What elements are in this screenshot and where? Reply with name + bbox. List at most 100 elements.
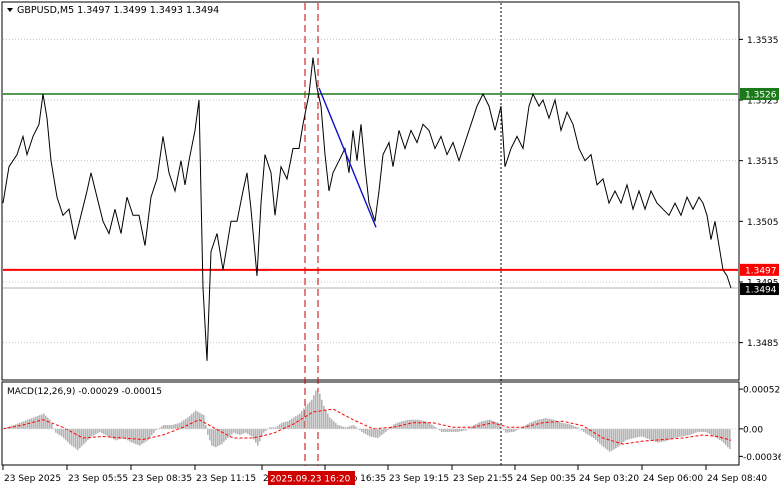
macd-bar	[329, 417, 331, 429]
macd-bar	[427, 422, 429, 429]
macd-bar	[379, 428, 381, 437]
macd-bar	[41, 414, 43, 429]
macd-tick-label: -0.00036	[743, 453, 781, 463]
price-label: 1.3526	[745, 90, 777, 100]
macd-bar	[723, 428, 725, 444]
price-label: 1.3497	[745, 266, 777, 276]
macd-bar	[633, 428, 635, 439]
macd-bar	[611, 428, 613, 451]
macd-bar	[507, 428, 509, 433]
macd-bar	[685, 428, 687, 436]
macd-bar	[323, 405, 325, 429]
macd-bar	[681, 428, 683, 437]
macd-bar	[703, 428, 705, 432]
macd-bar	[647, 428, 649, 439]
macd-bar	[245, 428, 247, 433]
macd-bar	[417, 419, 419, 429]
macd-bar	[693, 428, 695, 434]
macd-bar	[727, 428, 729, 448]
macd-bar	[173, 424, 175, 429]
macd-bar	[107, 428, 109, 437]
macd-bar	[263, 428, 265, 433]
macd-bar	[563, 423, 565, 429]
price-label: 1.3494	[745, 286, 777, 296]
macd-bar	[367, 428, 369, 436]
macd-bar	[81, 428, 83, 447]
macd-bar	[149, 428, 151, 438]
macd-bar	[385, 428, 387, 432]
macd-bar	[31, 418, 33, 429]
macd-bar	[457, 428, 459, 432]
macd-bar	[547, 418, 549, 429]
macd-bar	[333, 421, 335, 429]
macd-bar	[247, 428, 249, 434]
macd-bar	[713, 428, 715, 437]
macd-bar	[281, 422, 283, 429]
macd-bar	[213, 428, 215, 447]
macd-bar	[129, 428, 131, 442]
macd-bar	[637, 428, 639, 438]
macd-bar	[67, 428, 69, 443]
macd-bar	[87, 428, 89, 441]
macd-bar	[243, 428, 245, 434]
macd-bar	[505, 428, 507, 433]
macd-bar	[165, 425, 167, 429]
macd-bar	[621, 428, 623, 444]
macd-bar	[369, 428, 371, 437]
macd-bar	[371, 428, 373, 437]
y-tick-label: 1.3515	[747, 157, 779, 167]
macd-bar	[361, 428, 363, 432]
macd-bar	[271, 427, 273, 429]
macd-bar	[421, 420, 423, 429]
macd-bar	[439, 428, 441, 431]
macd-bar	[177, 423, 179, 429]
macd-bar	[289, 419, 291, 429]
macd-bar	[489, 419, 491, 429]
macd-bar	[593, 428, 595, 439]
macd-bar	[325, 409, 327, 429]
macd-bar	[35, 416, 37, 429]
macd-bar	[237, 428, 239, 435]
macd-bar	[291, 418, 293, 429]
x-tick-label: 23 Sep 21:55	[453, 474, 513, 484]
macd-bar	[315, 390, 317, 429]
macd-bar	[691, 428, 693, 435]
macd-bar	[45, 415, 47, 429]
x-tick-label: 24 Sep 06:00	[643, 474, 703, 484]
macd-bar	[671, 428, 673, 439]
macd-bar	[423, 420, 425, 429]
chart-title: GBPUSD,M5 1.3497 1.3499 1.3493 1.3494	[17, 5, 219, 16]
macd-bar	[27, 419, 29, 429]
macd-bar	[431, 424, 433, 429]
macd-bar	[561, 422, 563, 429]
macd-bar	[295, 416, 297, 429]
macd-bar	[179, 422, 181, 429]
macd-bar	[353, 425, 355, 429]
y-tick-label: 1.3505	[747, 218, 779, 228]
macd-bar	[163, 425, 165, 429]
macd-bar	[49, 419, 51, 429]
macd-bar	[77, 428, 79, 451]
x-tick-label: 23 Sep 2025	[4, 474, 61, 484]
macd-tick-label: 0.00	[743, 425, 763, 435]
macd-bar	[587, 428, 589, 435]
macd-bar	[47, 417, 49, 429]
macd-bar	[83, 428, 85, 445]
macd-bar	[137, 428, 139, 445]
macd-bar	[131, 428, 133, 443]
macd-bar	[409, 419, 411, 429]
macd-bar	[415, 419, 417, 429]
macd-bar	[413, 419, 415, 429]
time-highlight-label: 2025.09.23 16:20	[270, 475, 351, 485]
macd-bar	[585, 428, 587, 434]
macd-bar	[541, 418, 543, 429]
macd-bar	[707, 428, 709, 434]
macd-bar	[79, 428, 81, 449]
macd-bar	[227, 428, 229, 439]
macd-bar	[59, 428, 61, 436]
macd-bar	[337, 425, 339, 429]
macd-bar	[491, 420, 493, 429]
macd-bar	[141, 428, 143, 445]
macd-bar	[43, 413, 45, 429]
macd-bar	[85, 428, 87, 443]
